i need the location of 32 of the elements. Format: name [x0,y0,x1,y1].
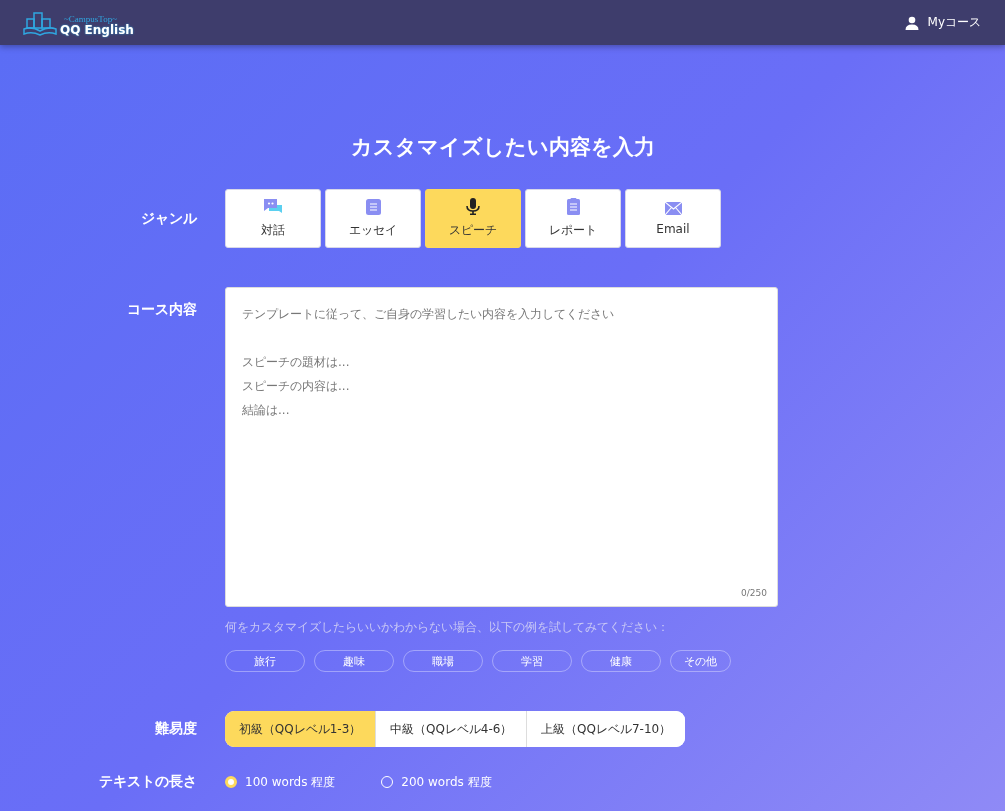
field-label: 難易度 [154,720,197,738]
logo-wordmark: QQ English [60,23,134,36]
genre-tab[interactable]: エッセイ [325,189,421,248]
microphone-icon [466,198,480,215]
field-label: テキストの長さ [98,773,197,791]
difficulty-option[interactable]: 初級（QQレベル1-3） [225,711,376,747]
genre-tab[interactable]: スピーチ [425,189,521,248]
document-icon [365,198,381,215]
placeholder-text: スピーチの題材は... [242,354,350,370]
genre-tab[interactable]: Email [625,189,721,248]
logo-tagline: ~CampusTop~ [64,14,118,24]
placeholder-text: スピーチの内容は... [242,378,350,394]
radio-button[interactable] [225,776,237,788]
envelope-icon [664,201,682,215]
length-radio-option[interactable]: 100 words 程度 [225,773,336,791]
field-label: コース内容 [126,301,197,319]
character-counter: 0/250 [741,588,767,598]
hint-text: 何をカスタマイズしたらいいかわからない場合、以下の例を試してみてください： [225,619,670,636]
clipboard-icon [566,198,580,215]
placeholder-text: テンプレートに従って、ご自身の学習したい内容を入力してください [242,306,614,322]
genre-tab[interactable]: 対話 [225,189,321,248]
length-radio-option[interactable]: 200 words 程度 [381,773,492,791]
placeholder-text: 結論は... [242,402,290,418]
difficulty-option[interactable]: 上級（QQレベル7-10） [526,711,685,747]
my-courses-link[interactable]: Myコース [904,14,983,31]
course-content-textarea[interactable]: テンプレートに従って、ご自身の学習したい内容を入力してください スピーチの題材は... スピーチの内容は... 結論は... 0/250 [225,287,778,607]
page-title: カスタマイズしたい内容を入力 [349,134,656,161]
library-building-icon [22,9,58,36]
genre-tab[interactable]: レポート [525,189,621,248]
chat-bubbles-icon [264,198,282,215]
user-icon [904,15,919,30]
field-label: ジャンル [140,209,197,228]
